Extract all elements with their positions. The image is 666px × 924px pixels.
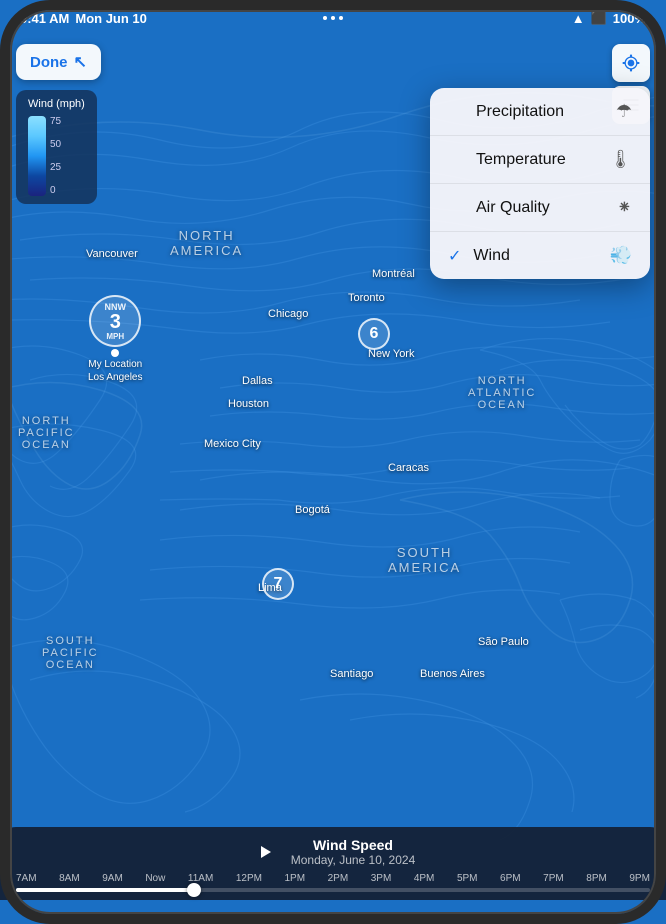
city-vancouver: Vancouver (86, 248, 138, 260)
temperature-label: Temperature (476, 151, 566, 169)
timeline-bar: Wind Speed Monday, June 10, 2024 7AM 8AM… (0, 827, 666, 900)
wifi-icon: ▲ (572, 11, 585, 26)
menu-item-wind[interactable]: ✓ Wind 💨 (430, 232, 650, 279)
city-buenos-aires: Buenos Aires (420, 668, 485, 680)
timeline-title-text: Wind Speed (291, 837, 416, 853)
wind-dot-my-location (111, 349, 119, 357)
temperature-icon: 🌡 (609, 149, 632, 170)
city-toronto: Toronto (348, 292, 385, 304)
city-mexico-city: Mexico City (204, 438, 261, 450)
city-montreal: Montréal (372, 268, 415, 280)
my-location-marker: NNW 3 MPH My Location Los Angeles (88, 295, 143, 383)
my-location-label: My Location (88, 359, 142, 370)
status-time: 9:41 AM (20, 11, 69, 26)
air-quality-label: Air Quality (476, 199, 550, 217)
timeline-track[interactable]: 7AM 8AM 9AM Now 11AM 12PM 1PM 2PM 3PM 4P… (0, 873, 666, 892)
layer-menu: Precipitation ☂ Temperature 🌡 Air Qualit… (430, 88, 650, 279)
track-thumb[interactable] (187, 883, 201, 897)
menu-item-precipitation[interactable]: Precipitation ☂ (430, 88, 650, 136)
menu-item-air-quality[interactable]: Air Quality ⁕ (430, 184, 650, 232)
new-york-speed: 6 (370, 325, 379, 343)
timeline-title: Wind Speed Monday, June 10, 2024 (291, 837, 416, 867)
wind-legend: Wind (mph) 75 50 25 0 (16, 90, 97, 204)
precipitation-label: Precipitation (476, 103, 564, 121)
los-angeles-label: Los Angeles (88, 372, 143, 383)
menu-item-temperature[interactable]: Temperature 🌡 (430, 136, 650, 184)
precipitation-icon: ☂ (616, 101, 632, 122)
city-santiago: Santiago (330, 668, 373, 680)
track-fill (16, 888, 194, 892)
city-chicago: Chicago (268, 308, 308, 320)
play-button[interactable] (251, 838, 279, 866)
time-labels: 7AM 8AM 9AM Now 11AM 12PM 1PM 2PM 3PM 4P… (16, 873, 650, 884)
track-bar[interactable] (16, 888, 650, 892)
cursor-icon: ↖ (74, 52, 87, 72)
wind-gradient-bar (28, 116, 46, 196)
wind-label: Wind (473, 247, 509, 265)
location-button[interactable] (612, 44, 650, 82)
battery-percent: 100% (613, 11, 646, 26)
region-north-atlantic: NorthAtlanticOcean (468, 375, 536, 411)
wind-legend-title: Wind (mph) (28, 98, 85, 110)
region-south-america: SOUTHAMERICA (388, 545, 461, 575)
done-label: Done (30, 54, 68, 71)
city-caracas: Caracas (388, 462, 429, 474)
done-button[interactable]: Done ↖ (16, 44, 101, 80)
city-dallas: Dallas (242, 375, 273, 387)
battery-icon: ⬛ (591, 10, 607, 26)
wind-ticks: 75 50 25 0 (50, 116, 61, 196)
region-north-pacific: NorthPacificOcean (18, 415, 75, 451)
region-south-pacific: SouthPacificOcean (42, 635, 99, 671)
city-houston: Houston (228, 398, 269, 410)
lima-speed: 7 (274, 575, 283, 593)
lima-marker: 7 (262, 568, 294, 600)
wind-bubble-my-location: NNW 3 MPH (89, 295, 141, 347)
wind-icon: 💨 (610, 245, 632, 266)
city-bogota: Bogotá (295, 504, 330, 516)
new-york-marker: 6 (358, 318, 390, 350)
city-sao-paulo: São Paulo (478, 636, 529, 648)
check-wind: ✓ (448, 246, 461, 266)
status-bar: 9:41 AM Mon Jun 10 ▲ ⬛ 100% (0, 0, 666, 36)
timeline-header: Wind Speed Monday, June 10, 2024 (0, 837, 666, 867)
timeline-date: Monday, June 10, 2024 (291, 853, 416, 867)
air-quality-icon: ⁕ (617, 197, 632, 218)
region-north-america: NORTHAMERICA (170, 228, 243, 258)
home-indicator (273, 913, 393, 918)
status-day: Mon Jun 10 (75, 11, 147, 26)
